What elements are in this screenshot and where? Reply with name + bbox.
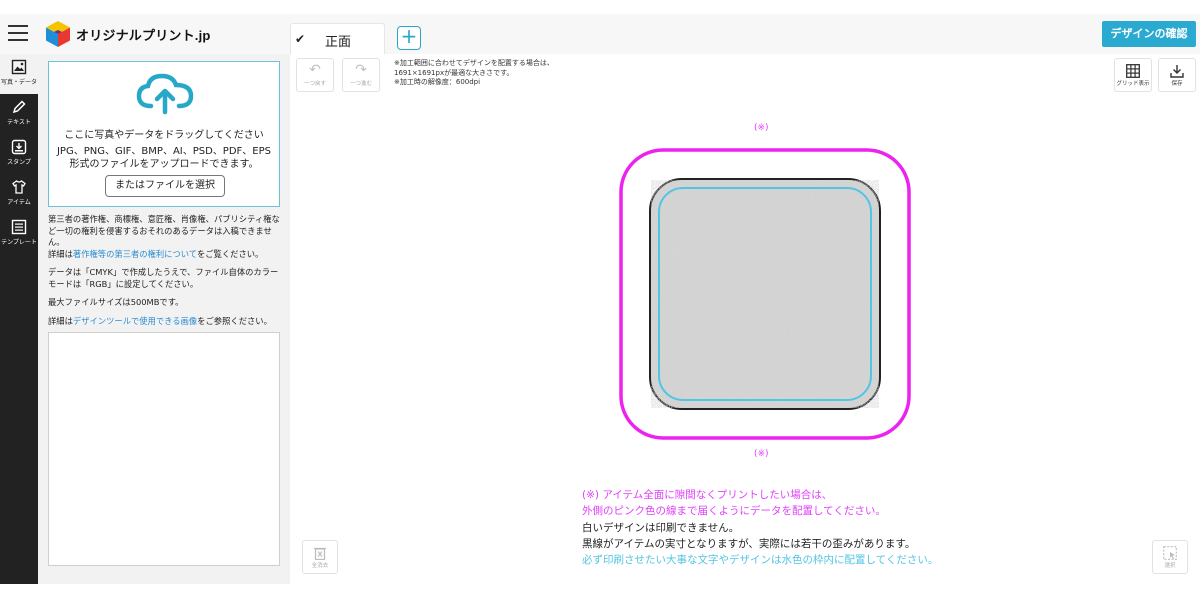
notice-line: 必ず印刷させたい大事な文字やデザインは水色の枠内に配置してください。 [582, 554, 939, 567]
download-icon [1170, 65, 1184, 78]
rail-label: 写真・データ [0, 79, 37, 86]
select-label: 選択 [1164, 563, 1176, 569]
undo-icon: ↶ [309, 62, 321, 78]
tab-front-label: 正面 [325, 35, 352, 50]
rail-item-photo-data[interactable]: 写真・データ [0, 54, 38, 94]
pencil-icon [12, 100, 26, 114]
print-area-preview[interactable] [615, 144, 915, 444]
top-bar: オリジナルプリント.jp ✔ 正面 + デザインの確認 [0, 14, 1200, 54]
clear-all-label: 全消去 [311, 563, 329, 569]
redo-label: 一つ進む [349, 81, 372, 87]
confirm-design-button[interactable]: デザインの確認 [1102, 21, 1196, 47]
select-file-button[interactable]: またはファイルを選択 [105, 175, 225, 197]
max-size-note: 最大ファイルサイズは500MBです。 [48, 297, 184, 307]
shirt-icon [12, 180, 26, 194]
notice-line: 黒線がアイテムの実寸となりますが、実際には若干の歪みがあります。 [582, 537, 916, 550]
save-button[interactable]: 保存 [1158, 58, 1196, 92]
third-party-rights-link[interactable]: 著作権等の第三者の権利について [73, 249, 197, 259]
notice-line: 外側のピンク色の線まで届くようにデータを配置してください。 [582, 505, 886, 518]
uploaded-files-list[interactable] [48, 332, 280, 566]
upload-notes: 第三者の著作権、商標権、意匠権、肖像権、パブリシティ権など一切の権利を侵害するお… [48, 214, 282, 334]
rail-label: テキスト [7, 119, 31, 126]
redo-button[interactable]: ↷ 一つ進む [342, 58, 380, 92]
brand-logo-icon[interactable] [46, 21, 70, 47]
grid-label: グリッド表示 [1116, 81, 1150, 87]
trash-icon [314, 547, 326, 560]
print-notice: (※) アイテム全面に隙間なくプリントしたい場合は、 外側のピンク色の線まで届く… [582, 487, 938, 568]
rail-label: テンプレート [1, 239, 37, 246]
rights-note: 第三者の著作権、商標権、意匠権、肖像権、パブリシティ権など一切の権利を侵害するお… [48, 214, 280, 247]
clear-all-button[interactable]: 全消去 [302, 540, 338, 574]
rail-item-template[interactable]: テンプレート [0, 214, 38, 254]
rail-item-stamp[interactable]: スタンプ [0, 134, 38, 174]
tool-rail: 写真・データ テキスト スタンプ アイテム テンプレート [0, 54, 38, 584]
undo-label: 一つ戻す [303, 81, 326, 87]
hint-line: ※加工時の解像度：600dpi [394, 78, 481, 86]
top-note-marker: (※) [754, 123, 769, 133]
undo-button[interactable]: ↶ 一つ戻す [296, 58, 334, 92]
brand-name[interactable]: オリジナルプリント.jp [76, 25, 211, 44]
grid-toggle-button[interactable]: グリッド表示 [1114, 58, 1152, 92]
images-detail-prefix: 詳細は [48, 315, 73, 326]
select-cursor-icon [1163, 546, 1177, 560]
rights-detail-suffix: をご覧ください。 [196, 248, 264, 259]
template-icon [11, 219, 27, 235]
save-label: 保存 [1171, 81, 1183, 87]
cloud-upload-icon [136, 73, 194, 115]
check-icon: ✔ [295, 32, 306, 46]
bottom-note-marker: (※) [754, 449, 769, 459]
dropzone-description: 形式のファイルをアップロードできます。 [69, 159, 259, 170]
rail-item-item[interactable]: アイテム [0, 174, 38, 214]
rights-detail-prefix: 詳細は [48, 248, 73, 259]
rail-label: スタンプ [7, 159, 31, 166]
hint-line: ※加工範囲に合わせてデザインを配置する場合は、 [394, 59, 554, 67]
dropzone-instruction: ここに写真やデータをドラッグしてください [64, 130, 264, 141]
upload-dropzone[interactable]: ここに写真やデータをドラッグしてください JPG、PNG、GIF、BMP、AI、… [48, 61, 280, 207]
notice-line: (※) アイテム全面に隙間なくプリントしたい場合は、 [582, 489, 833, 501]
design-tool-app: オリジナルプリント.jp ✔ 正面 + デザインの確認 写真・データ テキスト [0, 0, 1200, 600]
rail-item-text[interactable]: テキスト [0, 94, 38, 134]
item-texture [651, 180, 879, 408]
hamburger-menu-icon[interactable] [8, 25, 28, 41]
design-canvas: ↶ 一つ戻す ↷ 一つ進む ※加工範囲に合わせてデザインを配置する場合は、 16… [290, 54, 1200, 584]
select-tool-button[interactable]: 選択 [1152, 540, 1188, 574]
image-icon [11, 59, 27, 75]
redo-icon: ↷ [355, 62, 367, 78]
images-detail-suffix: をご参照ください。 [197, 315, 272, 326]
upload-panel: ここに写真やデータをドラッグしてください JPG、PNG、GIF、BMP、AI、… [38, 54, 290, 584]
grid-icon [1126, 64, 1140, 78]
tab-front[interactable]: ✔ 正面 [290, 23, 385, 54]
add-side-button[interactable]: + [397, 26, 421, 50]
hint-line: 1691×1691pxが最適な大きさです。 [394, 68, 514, 77]
notice-line: 白いデザインは印刷できません。 [582, 521, 740, 534]
rail-label: アイテム [7, 199, 31, 206]
stamp-icon [11, 139, 27, 155]
usable-images-link[interactable]: デザインツールで使用できる画像 [73, 316, 197, 326]
print-size-hint: ※加工範囲に合わせてデザインを配置する場合は、 1691×1691pxが最適な大… [394, 59, 554, 88]
color-mode-note: データは「CMYK」で作成したうえで、ファイル自体のカラーモードは「RGB」に設… [48, 267, 279, 289]
